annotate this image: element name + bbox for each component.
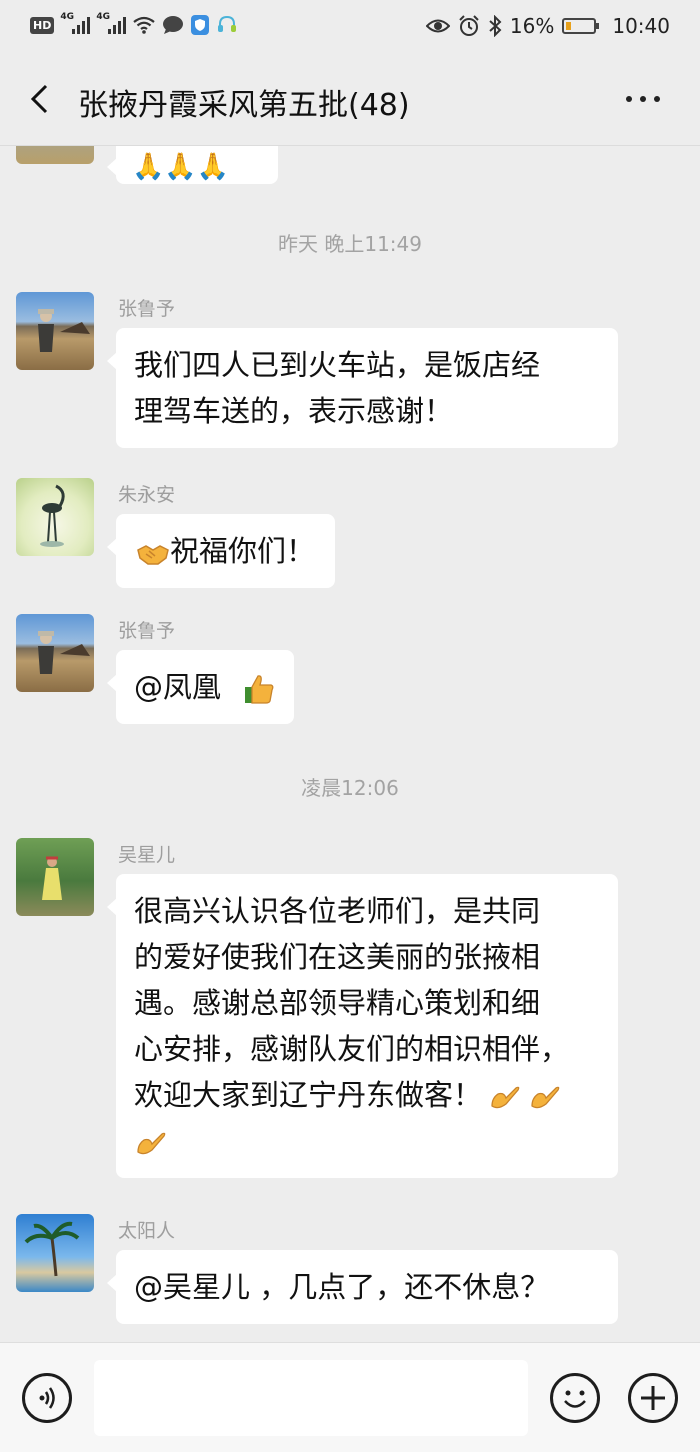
network-type-label: 4G — [96, 12, 110, 22]
status-bar: HD 4G 4G 16% 10:40 — [0, 0, 700, 52]
message-bubble[interactable]: @凤凰 — [106, 650, 295, 724]
bluetooth-icon — [489, 15, 502, 37]
message-text-line: 很高兴认识各位老师们，是共同 — [134, 894, 541, 928]
message-input[interactable] — [94, 1360, 528, 1436]
thumbs-up-emoji — [245, 675, 274, 704]
avatar[interactable] — [16, 838, 94, 916]
handshake-emoji — [137, 545, 169, 565]
sender-name: 太阳人 — [118, 1220, 176, 1242]
chat-title: 张掖丹霞采风第五批(48) — [78, 88, 410, 123]
voice-icon — [39, 1387, 55, 1409]
message-emoji-line — [134, 1118, 600, 1164]
message-bubble[interactable]: 祝福你们！ — [106, 514, 336, 588]
avatar[interactable] — [16, 614, 94, 692]
more-actions-button[interactable] — [628, 1373, 678, 1423]
avatar[interactable] — [16, 292, 94, 370]
ok-hand-emoji — [137, 1132, 166, 1155]
message-bubble[interactable]: 🙏🙏🙏 — [107, 146, 278, 184]
emoji-button[interactable] — [550, 1373, 600, 1423]
cellular-signal-icon: 4G — [96, 12, 127, 34]
timestamp: 凌晨12:06 — [301, 776, 399, 800]
ok-hand-emoji — [531, 1086, 560, 1109]
avatar[interactable] — [16, 146, 94, 164]
cellular-signal-icon: 4G — [60, 12, 91, 34]
sender-name: 张鲁予 — [118, 298, 176, 320]
message-text: @凤凰 — [134, 670, 222, 704]
message-text-line: 理驾车送的，表示感谢！ — [134, 394, 454, 428]
sender-name: 张鲁予 — [118, 620, 176, 642]
wifi-icon — [133, 16, 156, 34]
chat-header: 张掖丹霞采风第五批(48) — [0, 52, 700, 146]
message-text-line: 我们四人已到火车站，是饭店经 — [134, 348, 541, 382]
message-text-line-with-emoji: 欢迎大家到辽宁丹东做客！ — [134, 1072, 600, 1118]
alarm-icon — [459, 15, 479, 36]
eye-icon — [425, 19, 450, 33]
ok-hand-emoji — [491, 1086, 520, 1109]
clock: 10:40 — [612, 14, 670, 38]
network-type-label: 4G — [60, 12, 74, 22]
battery-icon — [562, 18, 600, 34]
message-bubble[interactable]: 很高兴认识各位老师们，是共同 的爱好使我们在这美丽的张掖相 遇。感谢总部领导精心… — [107, 874, 618, 1178]
message-bubble[interactable]: 我们四人已到火车站，是饭店经 理驾车送的，表示感谢！ — [107, 328, 618, 448]
shield-icon — [191, 15, 210, 35]
sender-name: 吴星儿 — [118, 844, 176, 866]
message-text: @吴星儿 ，几点了，还不休息？ — [134, 1270, 550, 1304]
status-left: HD 4G 4G — [30, 12, 238, 36]
chat-notification-icon — [163, 16, 184, 34]
back-arrow-icon[interactable] — [26, 84, 56, 114]
battery-percent: 16% — [509, 14, 555, 38]
message-text: 祝福你们！ — [170, 534, 316, 568]
more-options-icon[interactable] — [626, 96, 660, 102]
smiley-icon — [564, 1390, 586, 1408]
message-text-line: 遇。感谢总部领导精心策划和细 — [134, 986, 541, 1020]
input-bar — [0, 1342, 700, 1452]
message-text-line: 欢迎大家到辽宁丹东做客！ — [134, 1078, 483, 1112]
avatar[interactable] — [16, 478, 94, 556]
chat-history[interactable]: 🙏🙏🙏 昨天 晚上11:49 张鲁予 我们四人已到火车站，是饭店经 理驾车送的，… — [0, 146, 700, 1342]
timestamp: 昨天 晚上11:49 — [278, 232, 422, 256]
avatar[interactable] — [16, 1214, 94, 1292]
message-bubble[interactable]: @吴星儿 ，几点了，还不休息？ — [107, 1250, 618, 1324]
praying-hands-emoji: 🙏🙏🙏 — [132, 152, 230, 182]
hd-badge: HD — [30, 16, 55, 34]
voice-input-button[interactable] — [22, 1373, 72, 1423]
message-text-line: 心安排，感谢队友们的相识相伴， — [134, 1032, 570, 1066]
headset-icon — [218, 15, 237, 32]
status-right: 16% 10:40 — [425, 14, 670, 38]
plus-icon — [641, 1386, 665, 1410]
message-text-line: 的爱好使我们在这美丽的张掖相 — [134, 940, 541, 974]
sender-name: 朱永安 — [118, 484, 176, 506]
